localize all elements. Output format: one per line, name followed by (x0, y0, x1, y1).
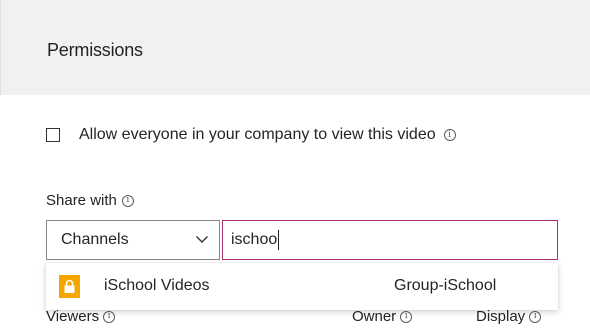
share-search-input[interactable]: ischoo (222, 220, 558, 260)
info-icon[interactable]: i (103, 310, 116, 323)
permissions-panel: Permissions Allow everyone in your compa… (0, 0, 590, 333)
share-with-label-row: Share with i (46, 192, 134, 209)
suggestion-name: iSchool Videos (104, 277, 210, 294)
info-icon[interactable]: i (443, 129, 456, 141)
owner-label: Owner (352, 308, 397, 325)
allow-everyone-label: Allow everyone in your company to view t… (79, 126, 436, 143)
share-type-dropdown[interactable]: Channels (46, 220, 220, 260)
text-caret (278, 230, 280, 250)
suggestion-type: Group-iSchool (394, 277, 497, 294)
info-icon[interactable]: i (121, 194, 134, 207)
suggestion-item[interactable]: iSchool Videos Group-iSchool (46, 263, 558, 310)
allow-everyone-checkbox[interactable] (46, 128, 60, 142)
display-column-header: Display i (476, 308, 542, 325)
share-with-label: Share with (46, 192, 117, 209)
chevron-down-icon (196, 236, 208, 243)
permissions-header: Permissions (0, 0, 590, 95)
share-type-selected: Channels (61, 231, 129, 248)
viewers-column-header: Viewers i (46, 308, 116, 325)
info-icon[interactable]: i (400, 310, 413, 323)
viewers-label: Viewers (46, 308, 100, 325)
share-search-value: ischoo (231, 231, 278, 248)
allow-everyone-row: Allow everyone in your company to view t… (46, 126, 456, 144)
group-avatar (59, 275, 80, 298)
owner-column-header: Owner i (352, 308, 413, 325)
lock-icon (64, 279, 75, 293)
display-label: Display (476, 308, 526, 325)
info-icon[interactable]: i (529, 310, 542, 323)
page-title: Permissions (47, 40, 143, 60)
